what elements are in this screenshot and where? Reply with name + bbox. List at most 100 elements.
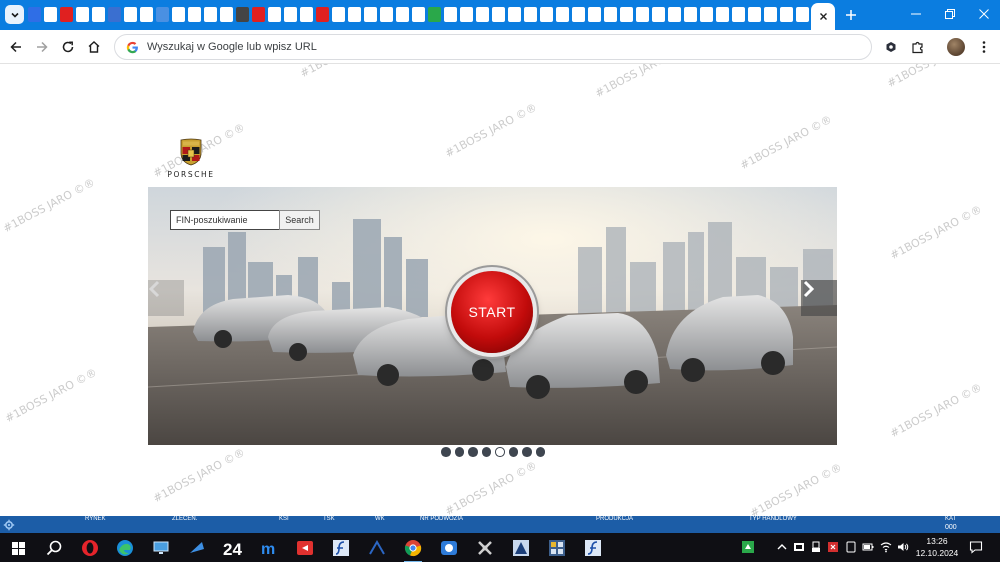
battery-icon[interactable] [862,541,874,553]
chrome-app[interactable] [402,537,424,562]
minimize-button[interactable] [902,4,930,24]
pinned-tab[interactable] [300,7,313,22]
carousel-dot[interactable] [522,447,532,457]
back-button[interactable] [5,36,27,58]
pinned-tab[interactable] [444,7,457,22]
phone-icon[interactable] [845,541,857,553]
pinned-tab[interactable] [124,7,137,22]
pinned-tab[interactable] [380,7,393,22]
pinned-tab[interactable] [636,7,649,22]
reload-button[interactable] [57,36,79,58]
red-tray-icon[interactable] [827,541,839,553]
pinned-tab[interactable] [188,7,201,22]
pinned-tab[interactable] [460,7,473,22]
pinned-tab[interactable] [236,7,249,22]
m-app[interactable]: m [258,537,280,559]
pinned-tab[interactable] [156,7,169,22]
pinned-tab[interactable] [732,7,745,22]
search-button[interactable] [43,537,65,559]
pinned-tab[interactable] [348,7,361,22]
close-icon[interactable] [819,12,828,21]
carousel-dot[interactable] [481,447,491,457]
app-24[interactable]: 24 [222,537,246,559]
pinned-tab[interactable] [428,7,441,22]
speaker-icon[interactable] [897,541,909,553]
pinned-tab[interactable] [572,7,585,22]
new-tab-button[interactable] [841,5,861,25]
carousel-dot[interactable] [441,447,451,457]
extension-button[interactable] [880,36,902,58]
pinned-tab[interactable] [284,7,297,22]
pinned-tab[interactable] [28,7,41,22]
carousel-dot[interactable] [468,447,478,457]
active-tab[interactable] [811,3,835,30]
pinned-tab[interactable] [252,7,265,22]
notification-icon[interactable] [969,540,983,554]
pinned-tab[interactable] [44,7,57,22]
start-button[interactable]: START [451,271,533,353]
wifi-icon[interactable] [880,541,892,553]
browser-menu-button[interactable] [973,36,995,58]
restore-button[interactable] [936,4,964,24]
carousel-dot[interactable] [495,447,505,457]
pinned-tab[interactable] [524,7,537,22]
pinned-tab[interactable] [220,7,233,22]
pinned-tab[interactable] [684,7,697,22]
computer-app[interactable] [150,537,172,559]
carousel-dot[interactable] [508,447,518,457]
start-menu-button[interactable] [7,537,29,559]
pinned-tab[interactable] [396,7,409,22]
chevron-up-icon[interactable] [776,541,788,553]
pinned-tab[interactable] [108,7,121,22]
pinned-tab[interactable] [508,7,521,22]
pinned-tab[interactable] [76,7,89,22]
carousel-prev-button[interactable] [148,280,184,316]
carousel-next-button[interactable] [801,280,837,316]
pinned-tab[interactable] [540,7,553,22]
pinned-tab[interactable] [620,7,633,22]
arrow-app[interactable] [186,537,208,559]
tool-app[interactable] [474,537,496,559]
f2-app[interactable] [582,537,604,559]
chat-app[interactable] [438,537,460,559]
pinned-tab[interactable] [316,7,329,22]
system-clock[interactable]: 13:26 12.10.2024 [914,535,960,559]
close-window-button[interactable] [970,4,998,24]
home-button[interactable] [83,36,105,58]
usb-icon[interactable] [810,541,822,553]
pinned-tab[interactable] [204,7,217,22]
pinned-tab[interactable] [716,7,729,22]
tray-app-icon[interactable] [793,541,805,553]
pinned-tab[interactable] [92,7,105,22]
pinned-tab[interactable] [748,7,761,22]
delta-app[interactable] [510,537,532,559]
a-app[interactable] [366,537,388,559]
pinned-tab[interactable] [476,7,489,22]
profile-avatar[interactable] [947,38,965,56]
pinned-tab[interactable] [268,7,281,22]
pinned-tab[interactable] [652,7,665,22]
pinned-tab[interactable] [140,7,153,22]
f-app[interactable] [330,537,352,559]
settings-app[interactable] [546,537,568,559]
green-tray-icon[interactable] [741,540,755,554]
gear-icon[interactable] [3,519,15,531]
pinned-tab[interactable] [492,7,505,22]
edge-app[interactable] [114,537,136,559]
red-app[interactable] [294,537,316,559]
pinned-tab[interactable] [364,7,377,22]
pinned-tab[interactable] [556,7,569,22]
pinned-tab[interactable] [780,7,793,22]
carousel-dot[interactable] [454,447,464,457]
fin-search-button[interactable]: Search [279,210,320,230]
pinned-tab[interactable] [604,7,617,22]
pinned-tab[interactable] [764,7,777,22]
extensions-menu-button[interactable] [907,36,929,58]
fin-search-input[interactable]: FIN-poszukiwanie [170,210,280,230]
forward-button[interactable] [31,36,53,58]
opera-app[interactable] [79,537,101,559]
pinned-tab[interactable] [172,7,185,22]
pinned-tab[interactable] [412,7,425,22]
pinned-tab[interactable] [332,7,345,22]
pinned-tab[interactable] [700,7,713,22]
